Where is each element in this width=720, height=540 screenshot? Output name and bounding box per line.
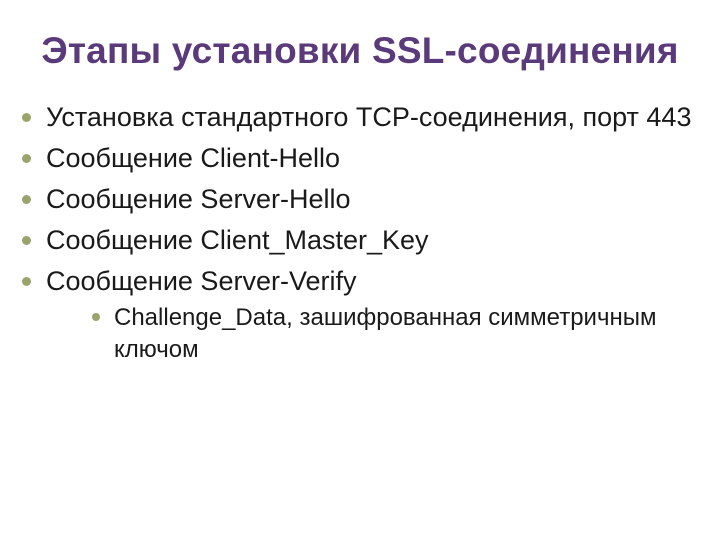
sub-list-item: Challenge_Data, зашифрованная симметричн… — [92, 302, 720, 364]
list-item-text: Сообщение Server-Verify — [46, 266, 356, 296]
sub-bullet-list: Challenge_Data, зашифрованная симметричн… — [46, 302, 720, 364]
bullet-list: Установка стандартного TCP-соединения, п… — [0, 100, 720, 365]
list-item: Сообщение Client_Master_Key — [22, 223, 720, 258]
list-item: Сообщение Server-Hello — [22, 182, 720, 217]
slide-title: Этапы установки SSL-соединения — [0, 30, 720, 72]
list-item: Установка стандартного TCP-соединения, п… — [22, 100, 720, 135]
list-item: Сообщение Server-Verify Challenge_Data, … — [22, 264, 720, 364]
list-item: Сообщение Client-Hello — [22, 141, 720, 176]
slide: Этапы установки SSL-соединения Установка… — [0, 0, 720, 540]
